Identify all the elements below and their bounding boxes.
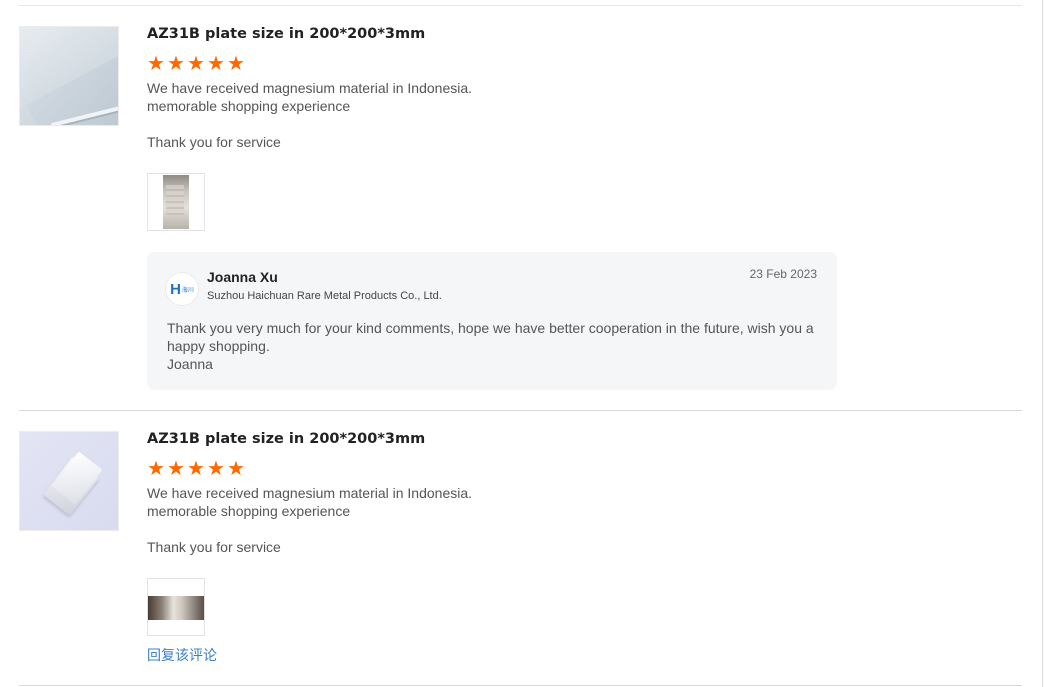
review-line: We have received magnesium material in I… bbox=[147, 485, 473, 501]
star-icon: ★ bbox=[207, 53, 225, 75]
review-body: AZ31B plate size in 200*200*3mm ★ ★ ★ ★ … bbox=[147, 26, 1017, 390]
star-icon: ★ bbox=[227, 53, 245, 75]
star-icon: ★ bbox=[167, 458, 185, 480]
seller-reply: H 海川 Joanna Xu Suzhou Haichuan Rare Meta… bbox=[147, 252, 837, 390]
logo-letter: H bbox=[170, 280, 181, 298]
review-text: We have received magnesium material in I… bbox=[147, 79, 1017, 151]
star-icon: ★ bbox=[147, 53, 165, 75]
star-icon: ★ bbox=[187, 458, 205, 480]
star-icon: ★ bbox=[167, 53, 185, 75]
rating-stars: ★ ★ ★ ★ ★ bbox=[147, 458, 1017, 480]
product-title[interactable]: AZ31B plate size in 200*200*3mm bbox=[147, 26, 1017, 44]
reply-author-name: Joanna Xu bbox=[207, 269, 278, 285]
star-icon: ★ bbox=[207, 458, 225, 480]
star-icon: ★ bbox=[227, 458, 245, 480]
scroll-rail[interactable] bbox=[1042, 0, 1043, 687]
review-line: memorable shopping experience bbox=[147, 98, 351, 114]
review-divider bbox=[19, 410, 1022, 411]
rating-stars: ★ ★ ★ ★ ★ bbox=[147, 53, 1017, 75]
review-line: Thank you for service bbox=[147, 539, 281, 555]
reply-company-name: Suzhou Haichuan Rare Metal Products Co.,… bbox=[207, 290, 442, 302]
review-line: memorable shopping experience bbox=[147, 503, 351, 519]
review-body: AZ31B plate size in 200*200*3mm ★ ★ ★ ★ … bbox=[147, 431, 1017, 665]
reply-text: Thank you very much for your kind commen… bbox=[167, 319, 817, 373]
reply-message: Thank you very much for your kind commen… bbox=[167, 320, 814, 354]
review-photo[interactable] bbox=[147, 173, 205, 231]
star-icon: ★ bbox=[187, 53, 205, 75]
product-thumbnail[interactable] bbox=[19, 26, 119, 126]
review-text: We have received magnesium material in I… bbox=[147, 484, 1017, 556]
review-item: AZ31B plate size in 200*200*3mm ★ ★ ★ ★ … bbox=[19, 26, 1022, 390]
product-thumbnail[interactable] bbox=[19, 431, 119, 531]
review-line: We have received magnesium material in I… bbox=[147, 80, 473, 96]
review-divider bbox=[19, 685, 1022, 686]
product-title[interactable]: AZ31B plate size in 200*200*3mm bbox=[147, 431, 1017, 449]
star-icon: ★ bbox=[147, 458, 165, 480]
review-photo[interactable] bbox=[147, 578, 205, 636]
reply-signature: Joanna bbox=[167, 356, 213, 372]
top-divider bbox=[19, 5, 1022, 6]
reply-date: 23 Feb 2023 bbox=[749, 267, 817, 281]
review-item: AZ31B plate size in 200*200*3mm ★ ★ ★ ★ … bbox=[19, 431, 1022, 664]
reply-to-review-link[interactable]: 回复该评论 bbox=[147, 645, 217, 665]
company-logo-icon: H 海川 bbox=[165, 272, 199, 306]
review-line: Thank you for service bbox=[147, 134, 281, 150]
logo-text: 海川 bbox=[181, 287, 194, 294]
